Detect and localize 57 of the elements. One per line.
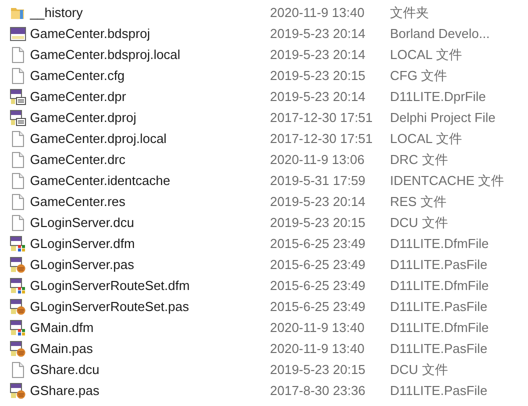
date-modified: 2019-5-23 20:14	[270, 192, 366, 211]
file-type: LOCAL 文件	[390, 130, 462, 148]
date-modified: 2015-6-25 23:49	[270, 256, 366, 274]
date-modified: 2017-12-30 17:51	[270, 108, 374, 127]
date-modified: 2020-11-9 13:40	[270, 4, 366, 22]
file-type: CFG 文件	[390, 66, 448, 85]
file-name[interactable]: GLoginServer.pas	[30, 254, 270, 274]
file-name[interactable]: GameCenter.bdsproj	[30, 24, 270, 44]
date-modified: 2019-5-31 17:59	[270, 172, 366, 190]
file-type: D11LITE.PasFile	[390, 340, 488, 358]
file-type: Delphi Project File	[390, 108, 496, 127]
file-name[interactable]: GameCenter.drc	[30, 150, 270, 170]
file-type: 文件夹	[390, 4, 429, 22]
date-modified: 2019-5-23 20:14	[270, 88, 366, 106]
file-name[interactable]: GameCenter.dpr	[30, 86, 270, 106]
file-name[interactable]: GLoginServer.dcu	[30, 212, 270, 232]
file-name[interactable]: GLoginServerRouteSet.pas	[30, 296, 270, 316]
file-name[interactable]: GameCenter.identcache	[30, 170, 270, 190]
date-modified: 2019-5-23 20:14	[270, 24, 366, 43]
date-modified: 2015-6-25 23:49	[270, 298, 366, 316]
date-modified: 2019-5-23 20:15	[270, 214, 366, 232]
date-modified: 2020-11-9 13:40	[270, 318, 366, 337]
date-modified: 2015-6-25 23:49	[270, 276, 366, 295]
file-type: D11LITE.DfmFile	[390, 276, 489, 295]
file-type: D11LITE.PasFile	[390, 256, 488, 274]
file-name[interactable]: GLoginServerRouteSet.dfm	[30, 276, 270, 296]
file-name[interactable]: GMain.pas	[30, 338, 270, 358]
file-type: RES 文件	[390, 192, 446, 211]
file-name[interactable]: GShare.dcu	[30, 360, 270, 380]
date-modified: 2019-5-23 20:15	[270, 66, 366, 85]
file-type: D11LITE.PasFile	[390, 298, 488, 316]
file-type: D11LITE.PasFile	[390, 382, 488, 400]
date-modified: 2015-6-25 23:49	[270, 234, 366, 253]
file-type: D11LITE.DfmFile	[390, 318, 489, 337]
file-type: IDENTCACHE 文件	[390, 172, 504, 190]
file-name[interactable]: GMain.dfm	[30, 318, 270, 338]
file-name[interactable]: GameCenter.dproj	[30, 108, 270, 128]
file-type: Borland Develo...	[390, 24, 490, 43]
date-modified: 2019-5-23 20:14	[270, 46, 366, 64]
file-type: D11LITE.DfmFile	[390, 234, 489, 253]
date-modified: 2017-8-30 23:36	[270, 382, 366, 400]
file-name[interactable]: GameCenter.res	[30, 192, 270, 212]
file-type: DRC 文件	[390, 150, 448, 169]
file-type: DCU 文件	[390, 360, 448, 379]
file-type: LOCAL 文件	[390, 46, 462, 64]
file-type: D11LITE.DprFile	[390, 88, 486, 106]
date-modified: 2020-11-9 13:40	[270, 340, 366, 358]
file-name[interactable]: GameCenter.cfg	[30, 66, 270, 86]
file-name[interactable]: GShare.pas	[30, 380, 270, 400]
date-modified: 2020-11-9 13:06	[270, 150, 366, 169]
file-name[interactable]: __history	[30, 2, 270, 22]
file-name[interactable]: GameCenter.dproj.local	[30, 128, 270, 148]
date-modified: 2017-12-30 17:51	[270, 130, 374, 148]
date-modified: 2019-5-23 20:15	[270, 360, 366, 379]
file-name[interactable]: GameCenter.bdsproj.local	[30, 44, 270, 64]
file-type: DCU 文件	[390, 214, 448, 232]
file-name[interactable]: GLoginServer.dfm	[30, 234, 270, 254]
